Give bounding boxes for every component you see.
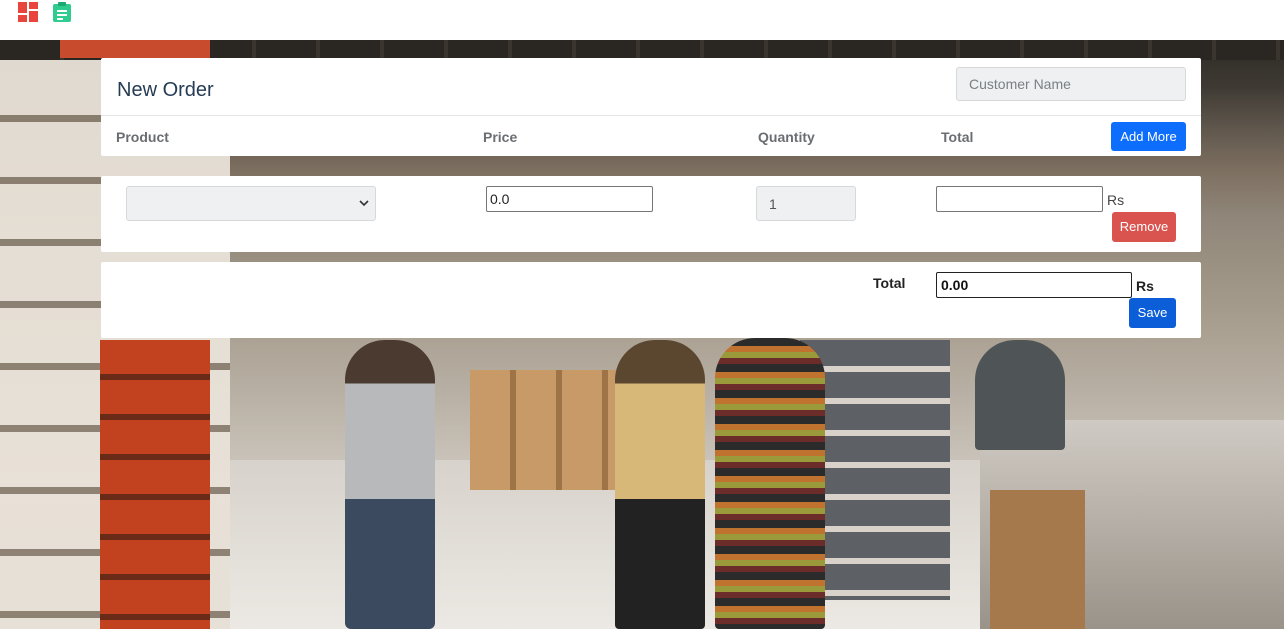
remove-button[interactable]: Remove: [1112, 212, 1176, 242]
chevron-down-icon: [359, 200, 369, 207]
grand-total-input[interactable]: [936, 272, 1132, 298]
grand-total-currency: Rs: [1136, 278, 1154, 294]
column-header-total: Total: [941, 129, 974, 145]
column-header-product: Product: [116, 129, 169, 145]
add-more-button[interactable]: Add More: [1111, 122, 1186, 151]
grand-total-label: Total: [873, 275, 906, 291]
item-total-input[interactable]: [936, 186, 1103, 212]
quantity-input[interactable]: [756, 186, 856, 221]
top-navbar: [0, 0, 1284, 40]
order-total-card: Total Rs Save: [101, 262, 1201, 338]
divider: [101, 115, 1201, 116]
page-title: New Order: [117, 79, 214, 101]
column-header-price: Price: [483, 129, 518, 145]
price-input[interactable]: [486, 186, 653, 212]
currency-label: Rs: [1107, 192, 1125, 208]
save-button[interactable]: Save: [1129, 298, 1176, 328]
column-header-quantity: Quantity: [758, 129, 815, 145]
clipboard-icon[interactable]: [52, 2, 72, 22]
customer-name-input[interactable]: [956, 67, 1186, 101]
order-header-card: New Order Product Price Quantity Total A…: [101, 58, 1201, 156]
order-item-row: Rs Remove: [101, 176, 1201, 252]
product-select[interactable]: [126, 186, 376, 221]
dashboard-icon[interactable]: [18, 2, 38, 22]
